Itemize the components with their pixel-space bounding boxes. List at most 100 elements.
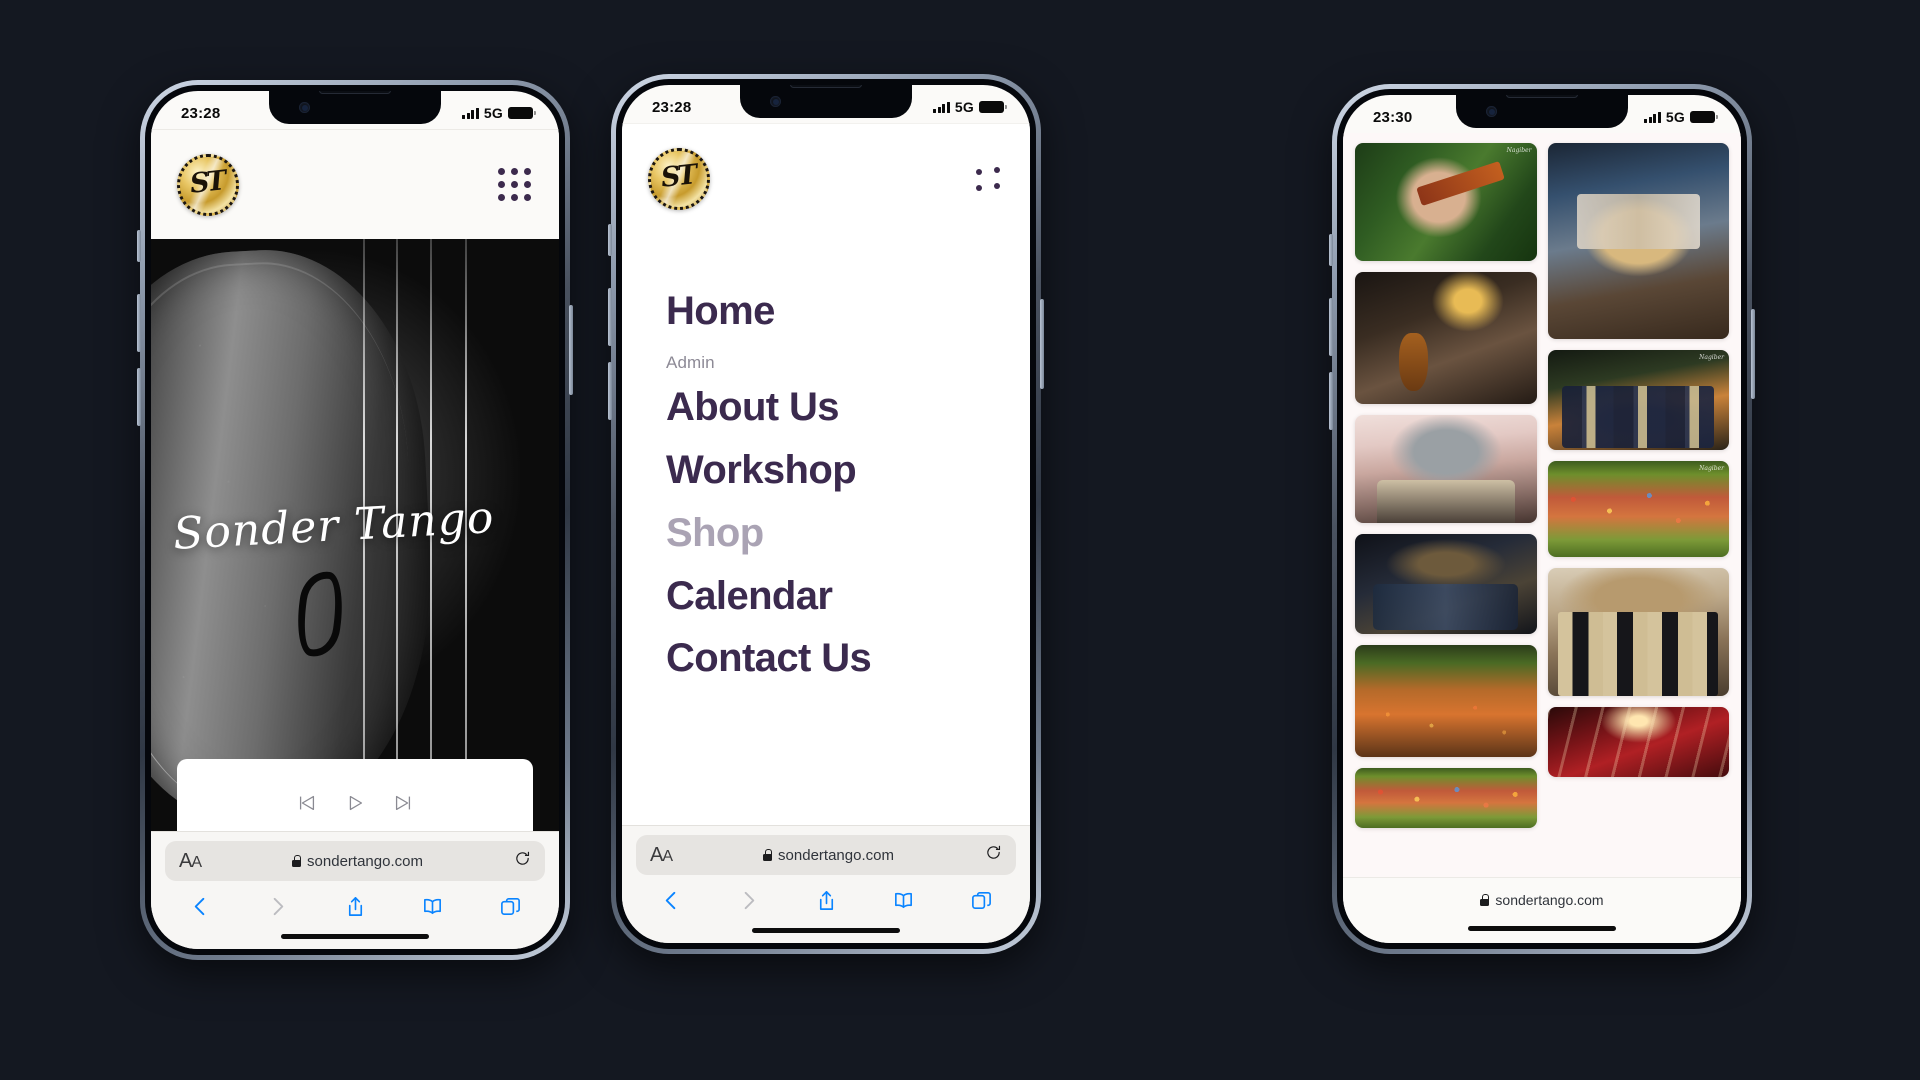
battery-icon <box>979 101 1007 113</box>
lock-icon <box>763 849 773 861</box>
safari-toolbar: AA sondertango.com <box>151 831 559 949</box>
media-player-card <box>177 759 533 831</box>
photo-group-portrait-outdoors: Nagiber <box>1547 350 1729 450</box>
signal-bars-icon <box>462 107 479 119</box>
network-label: 5G <box>483 105 503 121</box>
menu-item-admin[interactable]: Admin <box>666 353 1030 371</box>
hero-section: Sonder Tango <box>151 239 559 831</box>
gallery-item[interactable] <box>1547 143 1729 339</box>
volume-up-button[interactable] <box>137 294 141 352</box>
url-text: sondertango.com <box>1495 892 1604 908</box>
phone-screen: 23:30 5G Nagiber Nagiber Nagiber sondert… <box>1343 95 1741 943</box>
menu-item-shop[interactable]: Shop <box>666 512 1030 554</box>
bookmarks-button[interactable] <box>420 893 446 919</box>
url-display[interactable]: sondertango.com <box>680 847 977 864</box>
photo-quartet-in-theatre <box>1355 415 1537 523</box>
tabs-button[interactable] <box>497 893 523 919</box>
safari-nav-row <box>636 875 1016 917</box>
volume-down-button[interactable] <box>608 362 612 420</box>
volume-down-button[interactable] <box>137 368 141 426</box>
gallery-column-left: Nagiber <box>1355 143 1537 867</box>
lock-icon <box>292 855 302 867</box>
volume-up-button[interactable] <box>608 288 612 346</box>
phone-home: 23:28 5G ST Sonder Tango AA sondertango.… <box>137 80 573 960</box>
battery-icon <box>1690 111 1718 123</box>
gallery-item[interactable] <box>1547 568 1729 696</box>
notch <box>1456 95 1628 128</box>
battery-icon <box>508 107 536 119</box>
close-dots-icon[interactable] <box>974 165 1002 193</box>
phone-bezel: 23:30 5G Nagiber Nagiber Nagiber sondert… <box>1337 89 1747 949</box>
url-bar[interactable]: AA sondertango.com <box>636 835 1016 875</box>
front-camera-icon <box>1486 106 1497 117</box>
url-bar[interactable]: AA sondertango.com <box>165 841 545 881</box>
menu-item-calendar[interactable]: Calendar <box>666 575 1030 617</box>
home-indicator[interactable] <box>165 923 545 949</box>
status-time: 23:30 <box>1373 108 1413 126</box>
photo-gallery[interactable]: Nagiber Nagiber Nagiber <box>1343 133 1741 877</box>
text-size-button[interactable]: AA <box>179 850 202 873</box>
gallery-item[interactable] <box>1355 272 1537 404</box>
share-button[interactable] <box>813 887 839 913</box>
gallery-item[interactable] <box>1547 707 1729 777</box>
forward-button[interactable] <box>736 887 762 913</box>
phone-menu: 23:28 5G ST Home Admin About Us Workshop… <box>608 74 1044 954</box>
menu-item-home[interactable]: Home <box>666 291 1030 332</box>
mute-switch[interactable] <box>137 230 141 262</box>
front-camera-icon <box>299 102 310 113</box>
menu-item-contact-us[interactable]: Contact Us <box>666 638 1030 679</box>
gallery-item[interactable] <box>1355 645 1537 757</box>
power-button[interactable] <box>569 305 573 395</box>
gallery-item[interactable] <box>1355 415 1537 523</box>
reload-button[interactable] <box>985 844 1002 866</box>
photo-open-air-audience-on-lawn: Nagiber <box>1547 461 1729 557</box>
play-button[interactable] <box>344 792 366 819</box>
previous-track-button[interactable] <box>296 792 318 819</box>
signal-bars-icon <box>1644 111 1661 123</box>
url-display[interactable]: sondertango.com <box>209 853 506 870</box>
gallery-item[interactable] <box>1355 768 1537 828</box>
volume-up-button[interactable] <box>1329 298 1333 356</box>
watermark: Nagiber <box>1506 147 1532 154</box>
gallery-item[interactable] <box>1355 534 1537 634</box>
network-label: 5G <box>954 99 974 115</box>
forward-button[interactable] <box>265 893 291 919</box>
bookmarks-button[interactable] <box>891 887 917 913</box>
site-logo[interactable]: ST <box>648 147 710 210</box>
photo-concert-red-stage-lights <box>1547 707 1729 777</box>
back-button[interactable] <box>658 887 684 913</box>
menu-item-workshop[interactable]: Workshop <box>666 450 1030 491</box>
volume-down-button[interactable] <box>1329 372 1333 430</box>
back-button[interactable] <box>187 893 213 919</box>
share-button[interactable] <box>342 893 368 919</box>
mute-switch[interactable] <box>608 224 612 256</box>
gallery-item[interactable]: Nagiber <box>1547 350 1729 450</box>
phone-bezel: 23:28 5G ST Sonder Tango AA sondertango.… <box>145 85 565 955</box>
power-button[interactable] <box>1040 299 1044 389</box>
status-indicators: 5G <box>462 105 536 121</box>
phone-bezel: 23:28 5G ST Home Admin About Us Workshop… <box>616 79 1036 949</box>
signal-bars-icon <box>933 101 950 113</box>
site-logo-monogram: ST <box>188 165 226 200</box>
notch <box>269 91 441 124</box>
gallery-item[interactable]: Nagiber <box>1547 461 1729 557</box>
url-display[interactable]: sondertango.com <box>1343 887 1741 913</box>
site-logo[interactable]: ST <box>177 153 239 216</box>
text-size-button[interactable]: AA <box>650 844 673 867</box>
home-indicator[interactable] <box>636 917 1016 943</box>
menu-item-about-us[interactable]: About Us <box>666 387 1030 428</box>
phone-screen: 23:28 5G ST Home Admin About Us Workshop… <box>622 85 1030 943</box>
home-indicator[interactable] <box>1343 913 1741 943</box>
next-track-button[interactable] <box>392 792 414 819</box>
phone-screen: 23:28 5G ST Sonder Tango AA sondertango.… <box>151 91 559 949</box>
power-button[interactable] <box>1751 309 1755 399</box>
tabs-button[interactable] <box>968 887 994 913</box>
gallery-item[interactable]: Nagiber <box>1355 143 1537 261</box>
site-header: ST <box>622 123 1030 233</box>
url-text: sondertango.com <box>778 846 894 864</box>
grid-dots-icon[interactable] <box>498 168 531 201</box>
watermark: Nagiber <box>1699 354 1724 361</box>
reload-button[interactable] <box>514 850 531 872</box>
mute-switch[interactable] <box>1329 234 1333 266</box>
status-time: 23:28 <box>652 98 692 116</box>
